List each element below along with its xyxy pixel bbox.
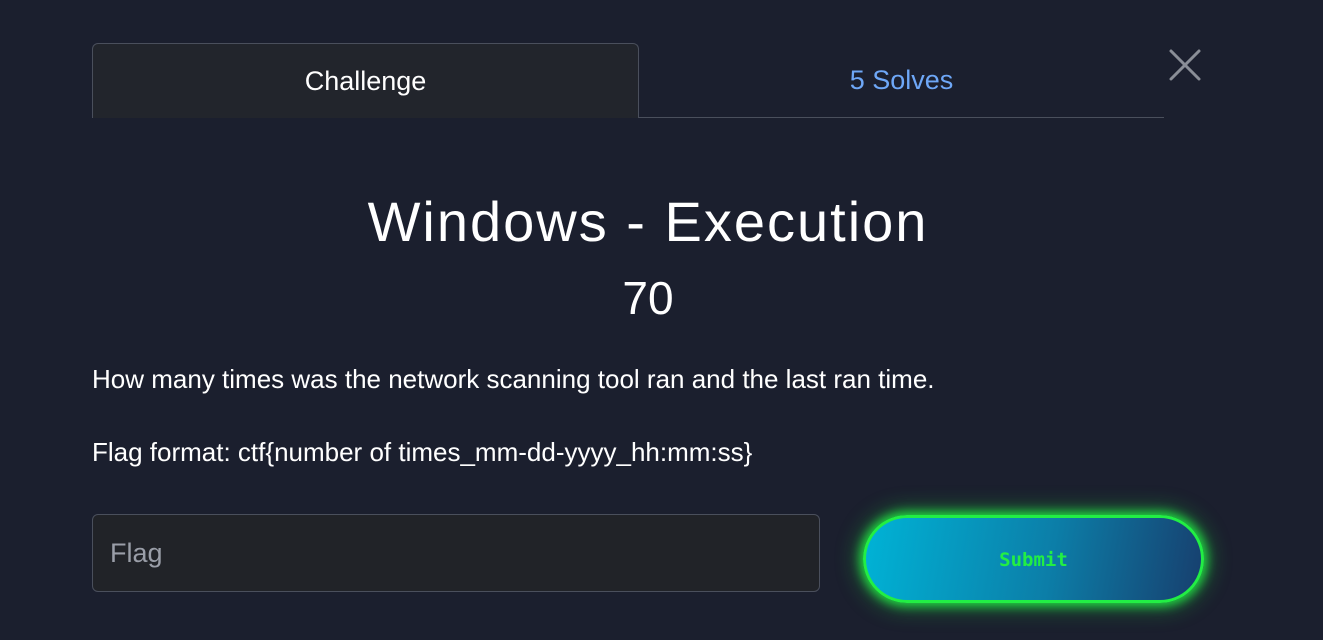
challenge-description: How many times was the network scanning … <box>92 364 935 394</box>
tab-solves-label: 5 Solves <box>849 64 954 95</box>
tab-challenge[interactable]: Challenge <box>92 43 639 118</box>
challenge-modal: Challenge 5 Solves Windows - Execution 7… <box>0 0 1323 640</box>
challenge-name: Windows - Execution <box>367 190 929 253</box>
close-button[interactable] <box>1166 46 1204 84</box>
tab-solves[interactable]: 5 Solves <box>639 43 1164 117</box>
tab-challenge-label: Challenge <box>304 65 427 96</box>
close-icon <box>1169 49 1201 81</box>
submit-button[interactable]: Submit <box>863 515 1204 603</box>
submit-button-label: Submit <box>999 549 1068 571</box>
flag-format-text: Flag format: ctf{number of times_mm-dd-y… <box>92 437 753 467</box>
challenge-value: 70 <box>622 272 674 324</box>
flag-input[interactable] <box>92 514 820 592</box>
challenge-tabs: Challenge 5 Solves <box>92 43 1164 118</box>
